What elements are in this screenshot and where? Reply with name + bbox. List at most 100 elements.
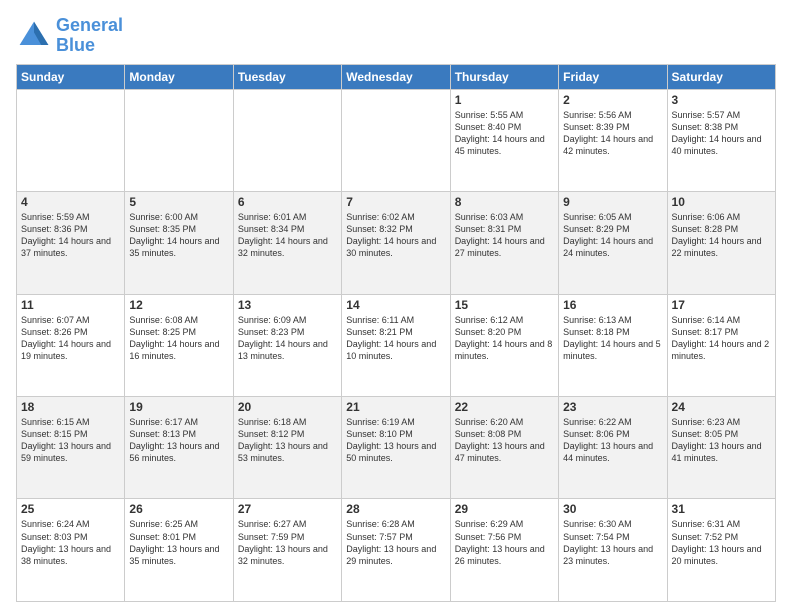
day-info: Sunrise: 6:02 AM Sunset: 8:32 PM Dayligh… xyxy=(346,211,445,260)
day-cell xyxy=(233,89,341,191)
day-number: 21 xyxy=(346,400,445,414)
day-cell: 10 Sunrise: 6:06 AM Sunset: 8:28 PM Dayli… xyxy=(667,192,775,294)
day-cell: 21 Sunrise: 6:19 AM Sunset: 8:10 PM Dayli… xyxy=(342,397,450,499)
header-friday: Friday xyxy=(559,64,667,89)
header-sunday: Sunday xyxy=(17,64,125,89)
day-info: Sunrise: 6:07 AM Sunset: 8:26 PM Dayligh… xyxy=(21,314,120,363)
day-number: 12 xyxy=(129,298,228,312)
day-number: 26 xyxy=(129,502,228,516)
day-info: Sunrise: 6:27 AM Sunset: 7:59 PM Dayligh… xyxy=(238,518,337,567)
day-cell: 28Sunrise: 6:28 AM Sunset: 7:57 PM Dayli… xyxy=(342,499,450,602)
day-number: 18 xyxy=(21,400,120,414)
week-row-2: 11 Sunrise: 6:07 AM Sunset: 8:26 PM Dayli… xyxy=(17,294,776,396)
day-number: 6 xyxy=(238,195,337,209)
day-cell: 20 Sunrise: 6:18 AM Sunset: 8:12 PM Dayli… xyxy=(233,397,341,499)
day-cell: 16 Sunrise: 6:13 AM Sunset: 8:18 PM Dayli… xyxy=(559,294,667,396)
day-number: 11 xyxy=(21,298,120,312)
calendar-table: SundayMondayTuesdayWednesdayThursdayFrid… xyxy=(16,64,776,602)
day-cell: 26 Sunrise: 6:25 AM Sunset: 8:01 PM Dayli… xyxy=(125,499,233,602)
day-info: Sunrise: 6:30 AM Sunset: 7:54 PM Dayligh… xyxy=(563,518,662,567)
day-cell: 11 Sunrise: 6:07 AM Sunset: 8:26 PM Dayli… xyxy=(17,294,125,396)
day-number: 16 xyxy=(563,298,662,312)
header-wednesday: Wednesday xyxy=(342,64,450,89)
day-info: Sunrise: 6:12 AM Sunset: 8:20 PM Dayligh… xyxy=(455,314,554,363)
day-cell: 24Sunrise: 6:23 AM Sunset: 8:05 PM Dayli… xyxy=(667,397,775,499)
day-info: Sunrise: 5:59 AM Sunset: 8:36 PM Dayligh… xyxy=(21,211,120,260)
day-info: Sunrise: 5:56 AM Sunset: 8:39 PM Dayligh… xyxy=(563,109,662,158)
day-info: Sunrise: 5:55 AM Sunset: 8:40 PM Dayligh… xyxy=(455,109,554,158)
day-cell: 1 Sunrise: 5:55 AM Sunset: 8:40 PM Daylig… xyxy=(450,89,558,191)
day-info: Sunrise: 6:19 AM Sunset: 8:10 PM Dayligh… xyxy=(346,416,445,465)
day-number: 23 xyxy=(563,400,662,414)
day-number: 27 xyxy=(238,502,337,516)
day-number: 31 xyxy=(672,502,771,516)
day-cell xyxy=(17,89,125,191)
day-info: Sunrise: 6:18 AM Sunset: 8:12 PM Dayligh… xyxy=(238,416,337,465)
day-number: 19 xyxy=(129,400,228,414)
day-info: Sunrise: 6:14 AM Sunset: 8:17 PM Dayligh… xyxy=(672,314,771,363)
day-number: 8 xyxy=(455,195,554,209)
day-cell: 31 Sunrise: 6:31 AM Sunset: 7:52 PM Dayli… xyxy=(667,499,775,602)
day-number: 7 xyxy=(346,195,445,209)
header-thursday: Thursday xyxy=(450,64,558,89)
week-row-1: 4 Sunrise: 5:59 AM Sunset: 8:36 PM Daylig… xyxy=(17,192,776,294)
day-number: 13 xyxy=(238,298,337,312)
day-cell xyxy=(125,89,233,191)
header: General Blue xyxy=(16,16,776,56)
day-number: 25 xyxy=(21,502,120,516)
day-info: Sunrise: 6:31 AM Sunset: 7:52 PM Dayligh… xyxy=(672,518,771,567)
day-info: Sunrise: 6:09 AM Sunset: 8:23 PM Dayligh… xyxy=(238,314,337,363)
day-number: 9 xyxy=(563,195,662,209)
day-info: Sunrise: 6:17 AM Sunset: 8:13 PM Dayligh… xyxy=(129,416,228,465)
logo-text: General Blue xyxy=(56,16,123,56)
day-number: 20 xyxy=(238,400,337,414)
day-info: Sunrise: 6:29 AM Sunset: 7:56 PM Dayligh… xyxy=(455,518,554,567)
header-monday: Monday xyxy=(125,64,233,89)
day-info: Sunrise: 6:05 AM Sunset: 8:29 PM Dayligh… xyxy=(563,211,662,260)
day-info: Sunrise: 6:11 AM Sunset: 8:21 PM Dayligh… xyxy=(346,314,445,363)
day-cell: 30 Sunrise: 6:30 AM Sunset: 7:54 PM Dayli… xyxy=(559,499,667,602)
day-cell: 22 Sunrise: 6:20 AM Sunset: 8:08 PM Dayli… xyxy=(450,397,558,499)
day-cell: 29 Sunrise: 6:29 AM Sunset: 7:56 PM Dayli… xyxy=(450,499,558,602)
day-cell: 2 Sunrise: 5:56 AM Sunset: 8:39 PM Daylig… xyxy=(559,89,667,191)
day-cell: 18 Sunrise: 6:15 AM Sunset: 8:15 PM Dayli… xyxy=(17,397,125,499)
day-cell: 5 Sunrise: 6:00 AM Sunset: 8:35 PM Daylig… xyxy=(125,192,233,294)
day-info: Sunrise: 6:15 AM Sunset: 8:15 PM Dayligh… xyxy=(21,416,120,465)
logo: General Blue xyxy=(16,16,123,56)
day-cell: 23 Sunrise: 6:22 AM Sunset: 8:06 PM Dayli… xyxy=(559,397,667,499)
day-cell: 3Sunrise: 5:57 AM Sunset: 8:38 PM Daylig… xyxy=(667,89,775,191)
day-number: 10 xyxy=(672,195,771,209)
day-cell: 17Sunrise: 6:14 AM Sunset: 8:17 PM Dayli… xyxy=(667,294,775,396)
day-cell: 6Sunrise: 6:01 AM Sunset: 8:34 PM Daylig… xyxy=(233,192,341,294)
day-info: Sunrise: 6:25 AM Sunset: 8:01 PM Dayligh… xyxy=(129,518,228,567)
day-cell: 8 Sunrise: 6:03 AM Sunset: 8:31 PM Daylig… xyxy=(450,192,558,294)
day-info: Sunrise: 6:06 AM Sunset: 8:28 PM Dayligh… xyxy=(672,211,771,260)
day-info: Sunrise: 6:24 AM Sunset: 8:03 PM Dayligh… xyxy=(21,518,120,567)
day-cell: 12 Sunrise: 6:08 AM Sunset: 8:25 PM Dayli… xyxy=(125,294,233,396)
day-number: 4 xyxy=(21,195,120,209)
day-cell: 25 Sunrise: 6:24 AM Sunset: 8:03 PM Dayli… xyxy=(17,499,125,602)
day-cell: 7 Sunrise: 6:02 AM Sunset: 8:32 PM Daylig… xyxy=(342,192,450,294)
day-cell: 4 Sunrise: 5:59 AM Sunset: 8:36 PM Daylig… xyxy=(17,192,125,294)
day-cell: 14Sunrise: 6:11 AM Sunset: 8:21 PM Dayli… xyxy=(342,294,450,396)
day-info: Sunrise: 6:22 AM Sunset: 8:06 PM Dayligh… xyxy=(563,416,662,465)
day-info: Sunrise: 6:13 AM Sunset: 8:18 PM Dayligh… xyxy=(563,314,662,363)
day-number: 2 xyxy=(563,93,662,107)
header-tuesday: Tuesday xyxy=(233,64,341,89)
day-number: 29 xyxy=(455,502,554,516)
day-number: 22 xyxy=(455,400,554,414)
day-info: Sunrise: 6:08 AM Sunset: 8:25 PM Dayligh… xyxy=(129,314,228,363)
day-info: Sunrise: 6:00 AM Sunset: 8:35 PM Dayligh… xyxy=(129,211,228,260)
day-number: 15 xyxy=(455,298,554,312)
day-cell: 27 Sunrise: 6:27 AM Sunset: 7:59 PM Dayli… xyxy=(233,499,341,602)
week-row-4: 25 Sunrise: 6:24 AM Sunset: 8:03 PM Dayli… xyxy=(17,499,776,602)
day-cell: 13 Sunrise: 6:09 AM Sunset: 8:23 PM Dayli… xyxy=(233,294,341,396)
day-number: 30 xyxy=(563,502,662,516)
day-info: Sunrise: 6:23 AM Sunset: 8:05 PM Dayligh… xyxy=(672,416,771,465)
day-number: 5 xyxy=(129,195,228,209)
header-saturday: Saturday xyxy=(667,64,775,89)
day-info: Sunrise: 6:20 AM Sunset: 8:08 PM Dayligh… xyxy=(455,416,554,465)
day-number: 1 xyxy=(455,93,554,107)
day-info: Sunrise: 5:57 AM Sunset: 8:38 PM Dayligh… xyxy=(672,109,771,158)
day-info: Sunrise: 6:03 AM Sunset: 8:31 PM Dayligh… xyxy=(455,211,554,260)
